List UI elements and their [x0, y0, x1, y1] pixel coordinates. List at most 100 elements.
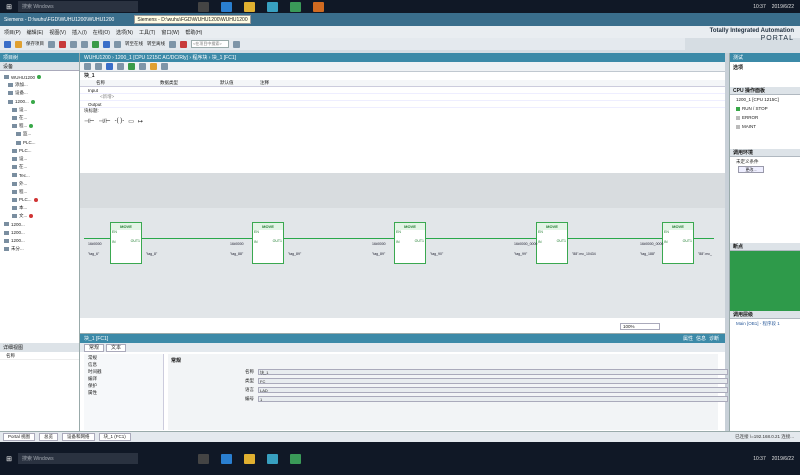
devices-tab[interactable]: 设备 [0, 62, 79, 71]
edge-icon[interactable] [221, 1, 232, 12]
detail-view-header[interactable]: 详细视图 [0, 343, 79, 352]
tab-text[interactable]: 文本 [106, 343, 127, 352]
tree-item[interactable]: PLC... [0, 147, 79, 155]
move-instruction[interactable]: MOVE EN IN OUT1 [110, 222, 142, 264]
tree-item[interactable]: 设... [0, 155, 79, 163]
property-field[interactable]: 1 [258, 395, 728, 402]
overview-tab[interactable]: 总览 [39, 433, 59, 441]
in-tag[interactable]: "tag_99" [514, 252, 527, 256]
zoom-select[interactable]: 100% [620, 323, 660, 330]
move-instruction[interactable]: MOVE EN IN OUT1 [394, 222, 426, 264]
tree-item[interactable]: 添加... [0, 81, 79, 89]
portal-view-button[interactable]: Portal 视图 [3, 433, 36, 441]
inspector-nav-item[interactable]: 信息 [84, 361, 163, 368]
close-all-icon[interactable] [117, 63, 124, 70]
tab-general[interactable]: 常规 [84, 343, 105, 352]
comment-icon[interactable] [161, 63, 168, 70]
call-stack-entry[interactable]: Main [OB1] - 程序段 1 [730, 319, 800, 328]
inspector-nav-item[interactable]: 保护 [84, 382, 163, 389]
row-add-new[interactable]: <新增> [80, 94, 114, 100]
breakpoints-section[interactable]: 断点 [730, 243, 800, 251]
move-instruction[interactable]: MOVE EN IN OUT1 [536, 222, 568, 264]
tia-icon[interactable] [290, 1, 301, 12]
tree-item[interactable]: 设... [0, 106, 79, 114]
out-tag[interactable]: "tag_8" [146, 252, 157, 256]
project-search-input[interactable]: <在项目中搜索> [191, 40, 229, 48]
delete-network-icon[interactable] [95, 63, 102, 70]
inspector-nav-item[interactable]: 编译 [84, 375, 163, 382]
compile-icon[interactable] [92, 40, 99, 48]
diagnostics-tab[interactable]: 诊断 [709, 335, 719, 342]
menu-item[interactable]: 窗口(W) [161, 29, 179, 36]
nc-contact-icon[interactable]: ⊣/⊢ [98, 118, 110, 125]
tree-item[interactable]: 1200... [0, 237, 79, 245]
in-constant[interactable]: 16#0000 [372, 242, 386, 246]
properties-tab[interactable]: 属性 [683, 335, 693, 342]
no-contact-icon[interactable]: ⊣⊢ [84, 118, 94, 125]
explorer-icon[interactable] [244, 453, 255, 464]
move-instruction[interactable]: MOVE EN IN OUT1 [662, 222, 694, 264]
tree-item[interactable]: 文... [0, 212, 79, 220]
in-constant[interactable]: 16#0000 [88, 242, 102, 246]
move-instruction[interactable]: MOVE EN IN OUT1 [252, 222, 284, 264]
tree-item[interactable]: 设备... [0, 89, 79, 97]
property-field[interactable]: 块_1 [258, 368, 728, 375]
download-icon[interactable] [103, 40, 110, 48]
delete-icon[interactable] [59, 40, 66, 48]
in-tag[interactable]: "tag_188" [640, 252, 655, 256]
tree-item[interactable]: 程... [0, 122, 79, 130]
block-title[interactable]: 块标题: [80, 108, 725, 116]
block-tab[interactable]: 块_1 (FC1) [98, 433, 131, 441]
go-offline-button[interactable]: 转至离线 [147, 41, 165, 47]
tree-item[interactable]: PLC... [0, 139, 79, 147]
property-field[interactable]: FC [258, 377, 728, 384]
out-tag[interactable]: "88".mc_ [698, 252, 712, 256]
tree-item[interactable]: PLC... [0, 196, 79, 204]
in-constant[interactable]: 16#0000 [230, 242, 244, 246]
tia-icon[interactable] [290, 453, 301, 464]
task-view-icon[interactable] [198, 453, 209, 464]
call-hierarchy-section[interactable]: 调用层级 [730, 311, 800, 319]
app-icon[interactable] [267, 453, 278, 464]
new-project-icon[interactable] [4, 40, 11, 48]
monitor-toggle-icon[interactable] [128, 63, 135, 70]
in-tag[interactable]: "tag_6" [88, 252, 99, 256]
monitor-icon[interactable] [169, 40, 176, 48]
coil-icon[interactable]: -( )- [115, 118, 125, 124]
tree-item[interactable]: 1200... [0, 220, 79, 228]
open-all-icon[interactable] [106, 63, 113, 70]
info-tab[interactable]: 信息 [696, 335, 706, 342]
tree-item[interactable]: 监... [0, 130, 79, 138]
tree-item[interactable]: 在... [0, 163, 79, 171]
tree-item[interactable]: WUHU1200 [0, 73, 79, 81]
insert-network-icon[interactable] [84, 63, 91, 70]
in-tag[interactable]: "tag_89" [372, 252, 385, 256]
taskbar-search[interactable]: 搜索 Windows [18, 453, 138, 464]
out-tag[interactable]: "88".mc_10434 [572, 252, 596, 256]
run-stop[interactable]: RUN / STOP [730, 104, 800, 113]
tree-item[interactable]: 外... [0, 179, 79, 187]
branch-icon[interactable]: ↦ [138, 118, 143, 125]
taskbar-search[interactable]: 搜索 Windows [18, 1, 138, 12]
menu-item[interactable]: 编辑(E) [27, 29, 44, 36]
search-icon[interactable] [233, 40, 240, 48]
menu-item[interactable]: 在线(O) [93, 29, 110, 36]
tree-item[interactable]: 1200... [0, 98, 79, 106]
box-icon[interactable]: ▭ [128, 118, 134, 125]
app2-icon[interactable] [313, 1, 324, 12]
open-icon[interactable] [15, 40, 22, 48]
property-field[interactable]: LAD [258, 386, 728, 393]
upload-icon[interactable] [114, 40, 121, 48]
menu-item[interactable]: 视图(V) [49, 29, 66, 36]
favorites-icon[interactable] [139, 63, 146, 70]
devices-networks-tab[interactable]: 设备和网络 [62, 433, 95, 441]
app-icon[interactable] [267, 1, 278, 12]
out-tag[interactable]: "tag_90" [430, 252, 443, 256]
print-icon[interactable] [48, 40, 55, 48]
cpu-panel-section[interactable]: CPU 操作面板 [730, 87, 800, 95]
tree-item[interactable]: 本... [0, 204, 79, 212]
absolute-icon[interactable] [150, 63, 157, 70]
tree-item[interactable]: 1200... [0, 229, 79, 237]
tree-item[interactable]: 在... [0, 114, 79, 122]
menu-item[interactable]: 插入(I) [72, 29, 87, 36]
